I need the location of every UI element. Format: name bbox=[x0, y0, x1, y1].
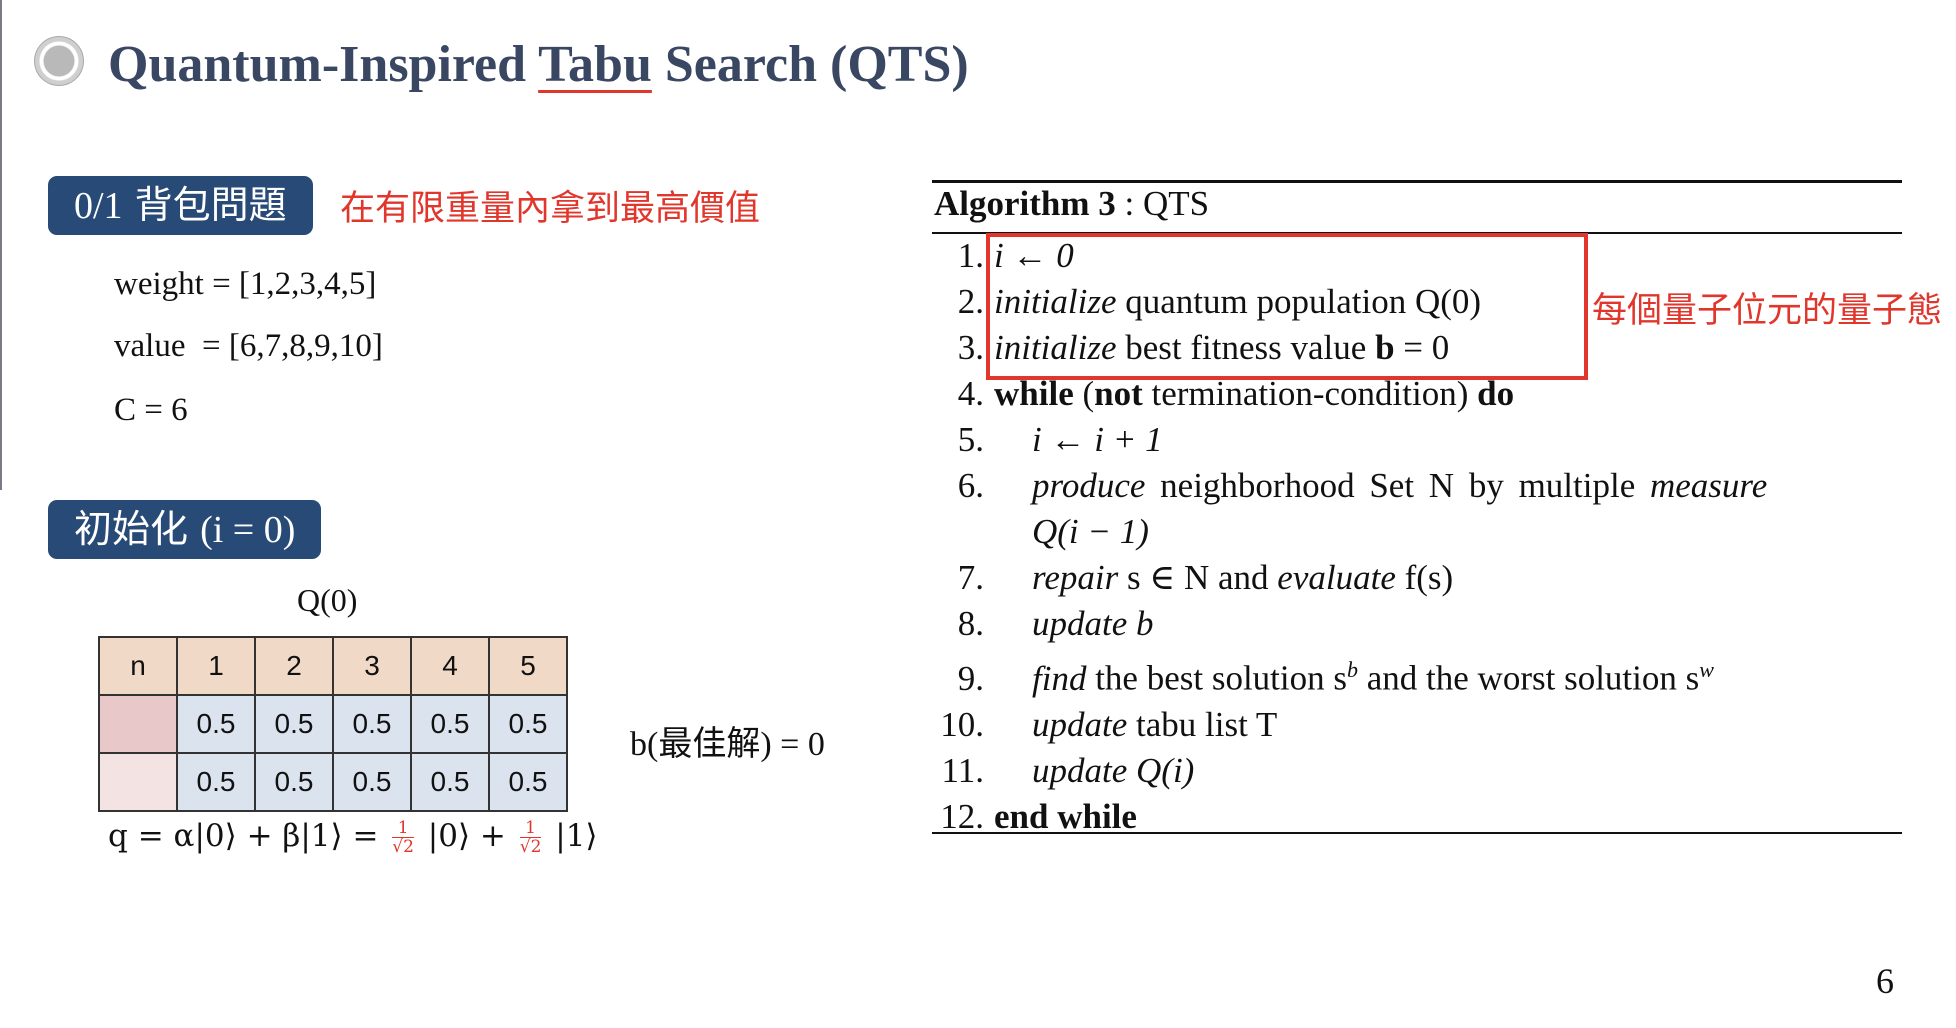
q-row-label-cell bbox=[98, 694, 178, 754]
algorithm-line-1: 1. i ← 0 bbox=[957, 236, 1074, 275]
page-title: Quantum-Inspired Tabu Search (QTS) bbox=[108, 36, 969, 93]
q-value-cell: 0.5 bbox=[488, 694, 568, 754]
q-header-cell: 2 bbox=[254, 636, 334, 696]
algorithm-line-10: 10. update tabu list T bbox=[940, 704, 1278, 744]
q-value-cell: 0.5 bbox=[410, 752, 490, 812]
q-row-label-cell bbox=[98, 752, 178, 812]
q-value-cell: 0.5 bbox=[176, 694, 256, 754]
q-header-cell: 1 bbox=[176, 636, 256, 696]
algorithm-line-11: 11. update Q(i) bbox=[941, 750, 1195, 790]
q-header-cell: 4 bbox=[410, 636, 490, 696]
init-label: 初始化 (i = 0) bbox=[48, 500, 322, 559]
algorithm-body: 1. i ← 0 2. initialize quantum population … bbox=[936, 234, 1767, 839]
radio-bullet-icon bbox=[34, 36, 84, 86]
q-value-cell: 0.5 bbox=[488, 752, 568, 812]
algorithm-line-7: 7. repair s ∈ N and evaluate f(s) bbox=[957, 558, 1454, 597]
value-array: value = [6,7,8,9,10] bbox=[114, 328, 383, 364]
best-value: b(最佳解) = 0 bbox=[630, 726, 825, 763]
q-value-cell: 0.5 bbox=[254, 694, 334, 754]
title-underlined-word: Tabu bbox=[538, 36, 652, 93]
q-value-cell: 0.5 bbox=[332, 752, 412, 812]
algorithm-line-9: 9. find the best solution sb and the wors… bbox=[957, 657, 1714, 698]
q-header-cell: 5 bbox=[488, 636, 568, 696]
q-value-cell: 0.5 bbox=[176, 752, 256, 812]
knapsack-note: 在有限重量內拿到最高價值 bbox=[340, 189, 761, 229]
algorithm-line-6: 6. produce neighborhood Set N by multiple… bbox=[957, 466, 1768, 505]
capacity: C = 6 bbox=[114, 392, 188, 428]
algorithm-line-2: 2. initialize quantum population Q(0) bbox=[957, 282, 1482, 321]
q-table: n 1 2 3 4 5 0.5 0.5 0.5 0.5 0.5 0.5 0.5 … bbox=[98, 636, 568, 812]
q-value-cell: 0.5 bbox=[410, 694, 490, 754]
q-value-cell: 0.5 bbox=[332, 694, 412, 754]
table-caption: Q(0) bbox=[297, 582, 358, 618]
q-table-row-alpha: 0.5 0.5 0.5 0.5 0.5 bbox=[98, 694, 568, 754]
q-table-header-row: n 1 2 3 4 5 bbox=[98, 636, 568, 696]
q-header-cell: n bbox=[98, 636, 178, 696]
fraction: 1 √2 bbox=[519, 818, 542, 857]
page-number: 6 bbox=[1876, 961, 1894, 1001]
q-table-row-beta: 0.5 0.5 0.5 0.5 0.5 bbox=[98, 752, 568, 812]
fraction: 1 √2 bbox=[392, 818, 414, 857]
algorithm-line-4: 4. while (not termination-condition) do bbox=[957, 374, 1515, 413]
knapsack-label: 0/1 背包問題 bbox=[48, 176, 313, 235]
algorithm-line-3: 3. initialize best fitness value b = 0 bbox=[957, 328, 1450, 367]
left-edge-line bbox=[0, 0, 2, 490]
algorithm-line-8: 8. update b bbox=[957, 604, 1154, 643]
q-header-cell: 3 bbox=[332, 636, 412, 696]
algorithm-line-6-cont: Q(i − 1) bbox=[1032, 512, 1149, 551]
weight-array: weight = [1,2,3,4,5] bbox=[114, 266, 377, 302]
algorithm-bottom-rule bbox=[932, 832, 1902, 834]
algorithm-title: Algorithm 3 : QTS bbox=[934, 184, 1210, 223]
qubit-formula: q = α|0⟩ + β|1⟩ = 1 √2 |0⟩ + 1 √2 |1⟩ bbox=[108, 818, 598, 857]
algorithm-line-5: 5. i ← i + 1 bbox=[957, 420, 1163, 459]
algorithm-top-rule bbox=[932, 180, 1902, 183]
q-value-cell: 0.5 bbox=[254, 752, 334, 812]
